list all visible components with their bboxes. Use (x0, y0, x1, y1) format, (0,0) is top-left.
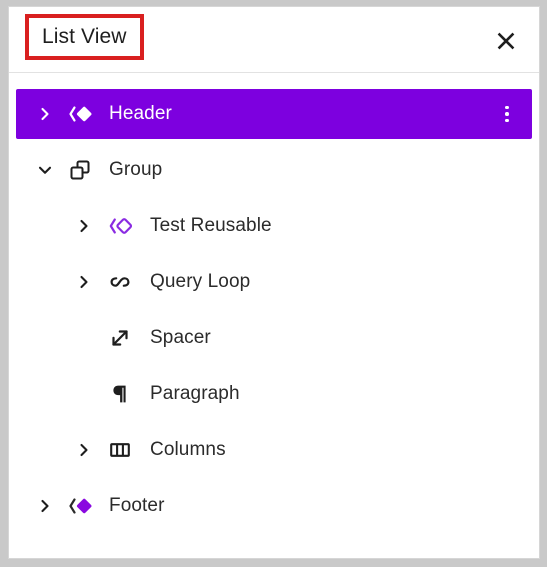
tree-row[interactable]: Footer (16, 481, 532, 531)
close-icon (494, 29, 518, 53)
dot (505, 105, 509, 110)
tree-row[interactable]: Group (16, 145, 532, 195)
paragraph-icon (105, 379, 135, 409)
app-frame: List View Header Group Test Reusable Que… (0, 0, 547, 567)
close-button[interactable] (486, 21, 526, 61)
chevron-right-icon[interactable] (72, 214, 96, 238)
tree-row-label: Group (109, 159, 163, 180)
chevron-right-icon[interactable] (72, 270, 96, 294)
loop-icon (105, 267, 135, 297)
block-tree: Header Group Test Reusable Query Loop Sp… (9, 73, 539, 531)
dot (505, 112, 509, 116)
tree-row-label: Columns (150, 439, 226, 460)
tree-row[interactable]: Test Reusable (16, 201, 532, 251)
tree-row[interactable]: Header (16, 89, 532, 139)
tree-row[interactable]: Columns (16, 425, 532, 475)
tree-row-label: Spacer (150, 327, 211, 348)
chevron-right-icon[interactable] (33, 102, 57, 126)
tree-row[interactable]: Spacer (16, 313, 532, 363)
template-part-icon (65, 99, 95, 129)
group-icon (65, 155, 95, 185)
chevron-down-icon[interactable] (33, 158, 57, 182)
tree-row-label: Test Reusable (150, 215, 272, 236)
tree-row-label: Footer (109, 495, 165, 516)
more-vertical-icon[interactable] (490, 97, 524, 131)
columns-icon (105, 435, 135, 465)
chevron-right-icon[interactable] (33, 494, 57, 518)
tree-row-label: Query Loop (150, 271, 251, 292)
spacer-icon (105, 323, 135, 353)
template-part-icon (65, 491, 95, 521)
dot (505, 118, 509, 123)
list-view-panel: List View Header Group Test Reusable Que… (8, 6, 540, 559)
tree-row-label: Paragraph (150, 383, 240, 404)
reusable-block-icon (105, 211, 135, 241)
tree-row-label: Header (109, 103, 172, 124)
tree-row[interactable]: Paragraph (16, 369, 532, 419)
tree-row[interactable]: Query Loop (16, 257, 532, 307)
chevron-right-icon[interactable] (72, 438, 96, 462)
page-title: List View (42, 25, 127, 48)
panel-header: List View (9, 7, 539, 73)
list-view-title-annotation: List View (25, 14, 144, 60)
